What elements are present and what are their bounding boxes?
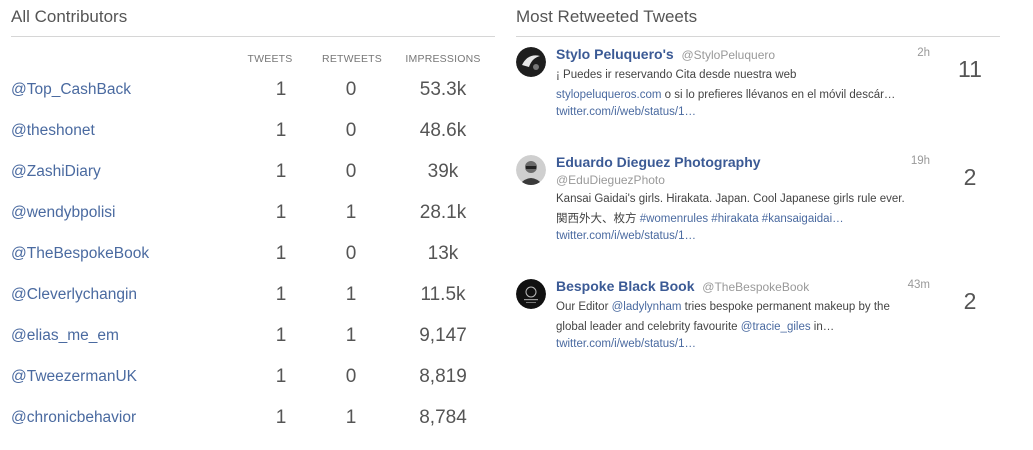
contributor-tweets: 1 [275,325,287,346]
contributor-row: @chronicbehavior 1 1 8,784 [11,407,491,450]
tweet-text-line: ¡ Puedes ir reservando Cita desde nuestr… [556,69,797,81]
contributor-impressions: 48.6k [419,120,467,141]
contributors-title: All Contributors [11,7,128,26]
contributor-tweets: 1 [275,161,287,182]
contributor-handle[interactable]: @wendybpolisi [11,204,115,222]
tweet-hashtags[interactable]: #womenrules #hirakata #kansaigaidai… [640,213,844,225]
tweet-author-handle[interactable]: @EduDieguezPhoto [556,173,665,187]
avatar[interactable] [516,279,546,309]
tweet-link[interactable]: stylopeluqueros.com [556,89,661,101]
tweet-time: 2h [917,47,930,59]
tweet-text-line: Kansai Gaidai's girls. Hirakata. Japan. … [556,193,905,205]
contributor-impressions: 53.3k [419,79,467,100]
tweet-author-handle[interactable]: @TheBespokeBook [702,280,809,294]
tweet-author-name[interactable]: Stylo Peluquero's @StyloPeluquero [556,46,775,62]
contributor-impressions: 9,147 [419,325,467,346]
contributor-row: @TheBespokeBook 1 0 13k [11,243,491,286]
contributor-handle[interactable]: @TheBespokeBook [11,245,149,263]
tweet-text-line: stylopeluqueros.com o si lo prefieres ll… [556,85,936,105]
contributor-impressions: 11.5k [420,284,466,305]
tweet-mention[interactable]: @tracie_giles [741,321,811,333]
contributor-retweets: 1 [345,284,357,305]
contributors-divider [11,36,495,37]
tweet-author-name[interactable]: Bespoke Black Book @TheBespokeBook [556,278,809,294]
tweet-time: 43m [907,279,930,291]
tweet-text: Our Editor @ladylynham tries bespoke per… [556,297,936,337]
contributor-retweets: 0 [345,79,357,100]
column-header-impressions: IMPRESSIONS [405,53,481,65]
tweet-text-line: 関西外大、枚方 #womenrules #hirakata #kansaigai… [556,209,936,229]
retweet-count: 2 [963,164,977,190]
contributor-row: @wendybpolisi 1 1 28.1k [11,202,491,245]
contributor-tweets: 1 [275,79,287,100]
tweet-text: Kansai Gaidai's girls. Hirakata. Japan. … [556,189,936,229]
contributor-row: @TweezermanUK 1 0 8,819 [11,366,491,409]
contributor-row: @elias_me_em 1 1 9,147 [11,325,491,368]
contributor-retweets: 0 [345,161,357,182]
contributor-handle[interactable]: @Top_CashBack [11,81,131,99]
retweet-count: 11 [958,56,982,82]
column-header-retweets: RETWEETS [322,53,382,65]
contributor-retweets: 0 [345,243,357,264]
contributor-row: @Top_CashBack 1 0 53.3k [11,79,491,122]
contributor-handle[interactable]: @chronicbehavior [11,409,136,427]
retweet-count: 2 [963,288,977,314]
contributor-tweets: 1 [275,243,287,264]
contributor-row: @theshonet 1 0 48.6k [11,120,491,163]
tweet-text-line: Our Editor @ladylynham tries bespoke per… [556,297,936,317]
tweet-time: 19h [910,155,930,167]
contributor-tweets: 1 [275,284,287,305]
tweet-text-fragment: o si lo prefieres llévanos en el móvil d… [661,89,896,101]
retweeted-divider [516,36,1000,37]
contributor-handle[interactable]: @TweezermanUK [11,368,137,386]
tweet-text-fragment: 関西外大、枚方 [556,213,640,225]
tweet-text-fragment: Our Editor [556,301,612,313]
contributor-tweets: 1 [275,202,287,223]
contributor-retweets: 0 [345,120,357,141]
tweet-text-fragment: in… [810,321,835,333]
contributor-impressions: 8,819 [419,366,467,387]
contributor-tweets: 1 [275,366,287,387]
tweet-text-fragment: global leader and celebrity favourite [556,321,741,333]
contributor-retweets: 0 [345,366,357,387]
contributor-row: @ZashiDiary 1 0 39k [11,161,491,204]
contributor-handle[interactable]: @elias_me_em [11,327,119,345]
retweeted-title: Most Retweeted Tweets [516,7,698,26]
tweet-status-link[interactable]: twitter.com/i/web/status/1… [556,230,696,242]
tweet-text: ¡ Puedes ir reservando Cita desde nuestr… [556,65,936,105]
tweet-status-link[interactable]: twitter.com/i/web/status/1… [556,338,696,350]
tweet-text-line: global leader and celebrity favourite @t… [556,317,936,337]
avatar[interactable] [516,155,546,185]
contributor-impressions: 13k [427,243,459,264]
contributor-handle[interactable]: @theshonet [11,122,95,140]
tweet-mention[interactable]: @ladylynham [612,301,682,313]
contributor-row: @Cleverlychangin 1 1 11.5k [11,284,491,327]
column-header-tweets: TWEETS [247,53,293,65]
tweet-author-handle[interactable]: @StyloPeluquero [681,48,775,62]
contributor-retweets: 1 [345,202,357,223]
contributor-handle[interactable]: @Cleverlychangin [11,286,137,304]
contributor-retweets: 1 [345,325,357,346]
tweet-text-fragment: tries bespoke permanent makeup by the [681,301,890,313]
avatar[interactable] [516,47,546,77]
contributor-tweets: 1 [275,120,287,141]
contributor-handle[interactable]: @ZashiDiary [11,163,101,181]
contributor-impressions: 39k [427,161,459,182]
tweet-status-link[interactable]: twitter.com/i/web/status/1… [556,106,696,118]
contributor-impressions: 28.1k [419,202,467,223]
tweet-author-name[interactable]: Eduardo Dieguez Photography [556,154,761,170]
